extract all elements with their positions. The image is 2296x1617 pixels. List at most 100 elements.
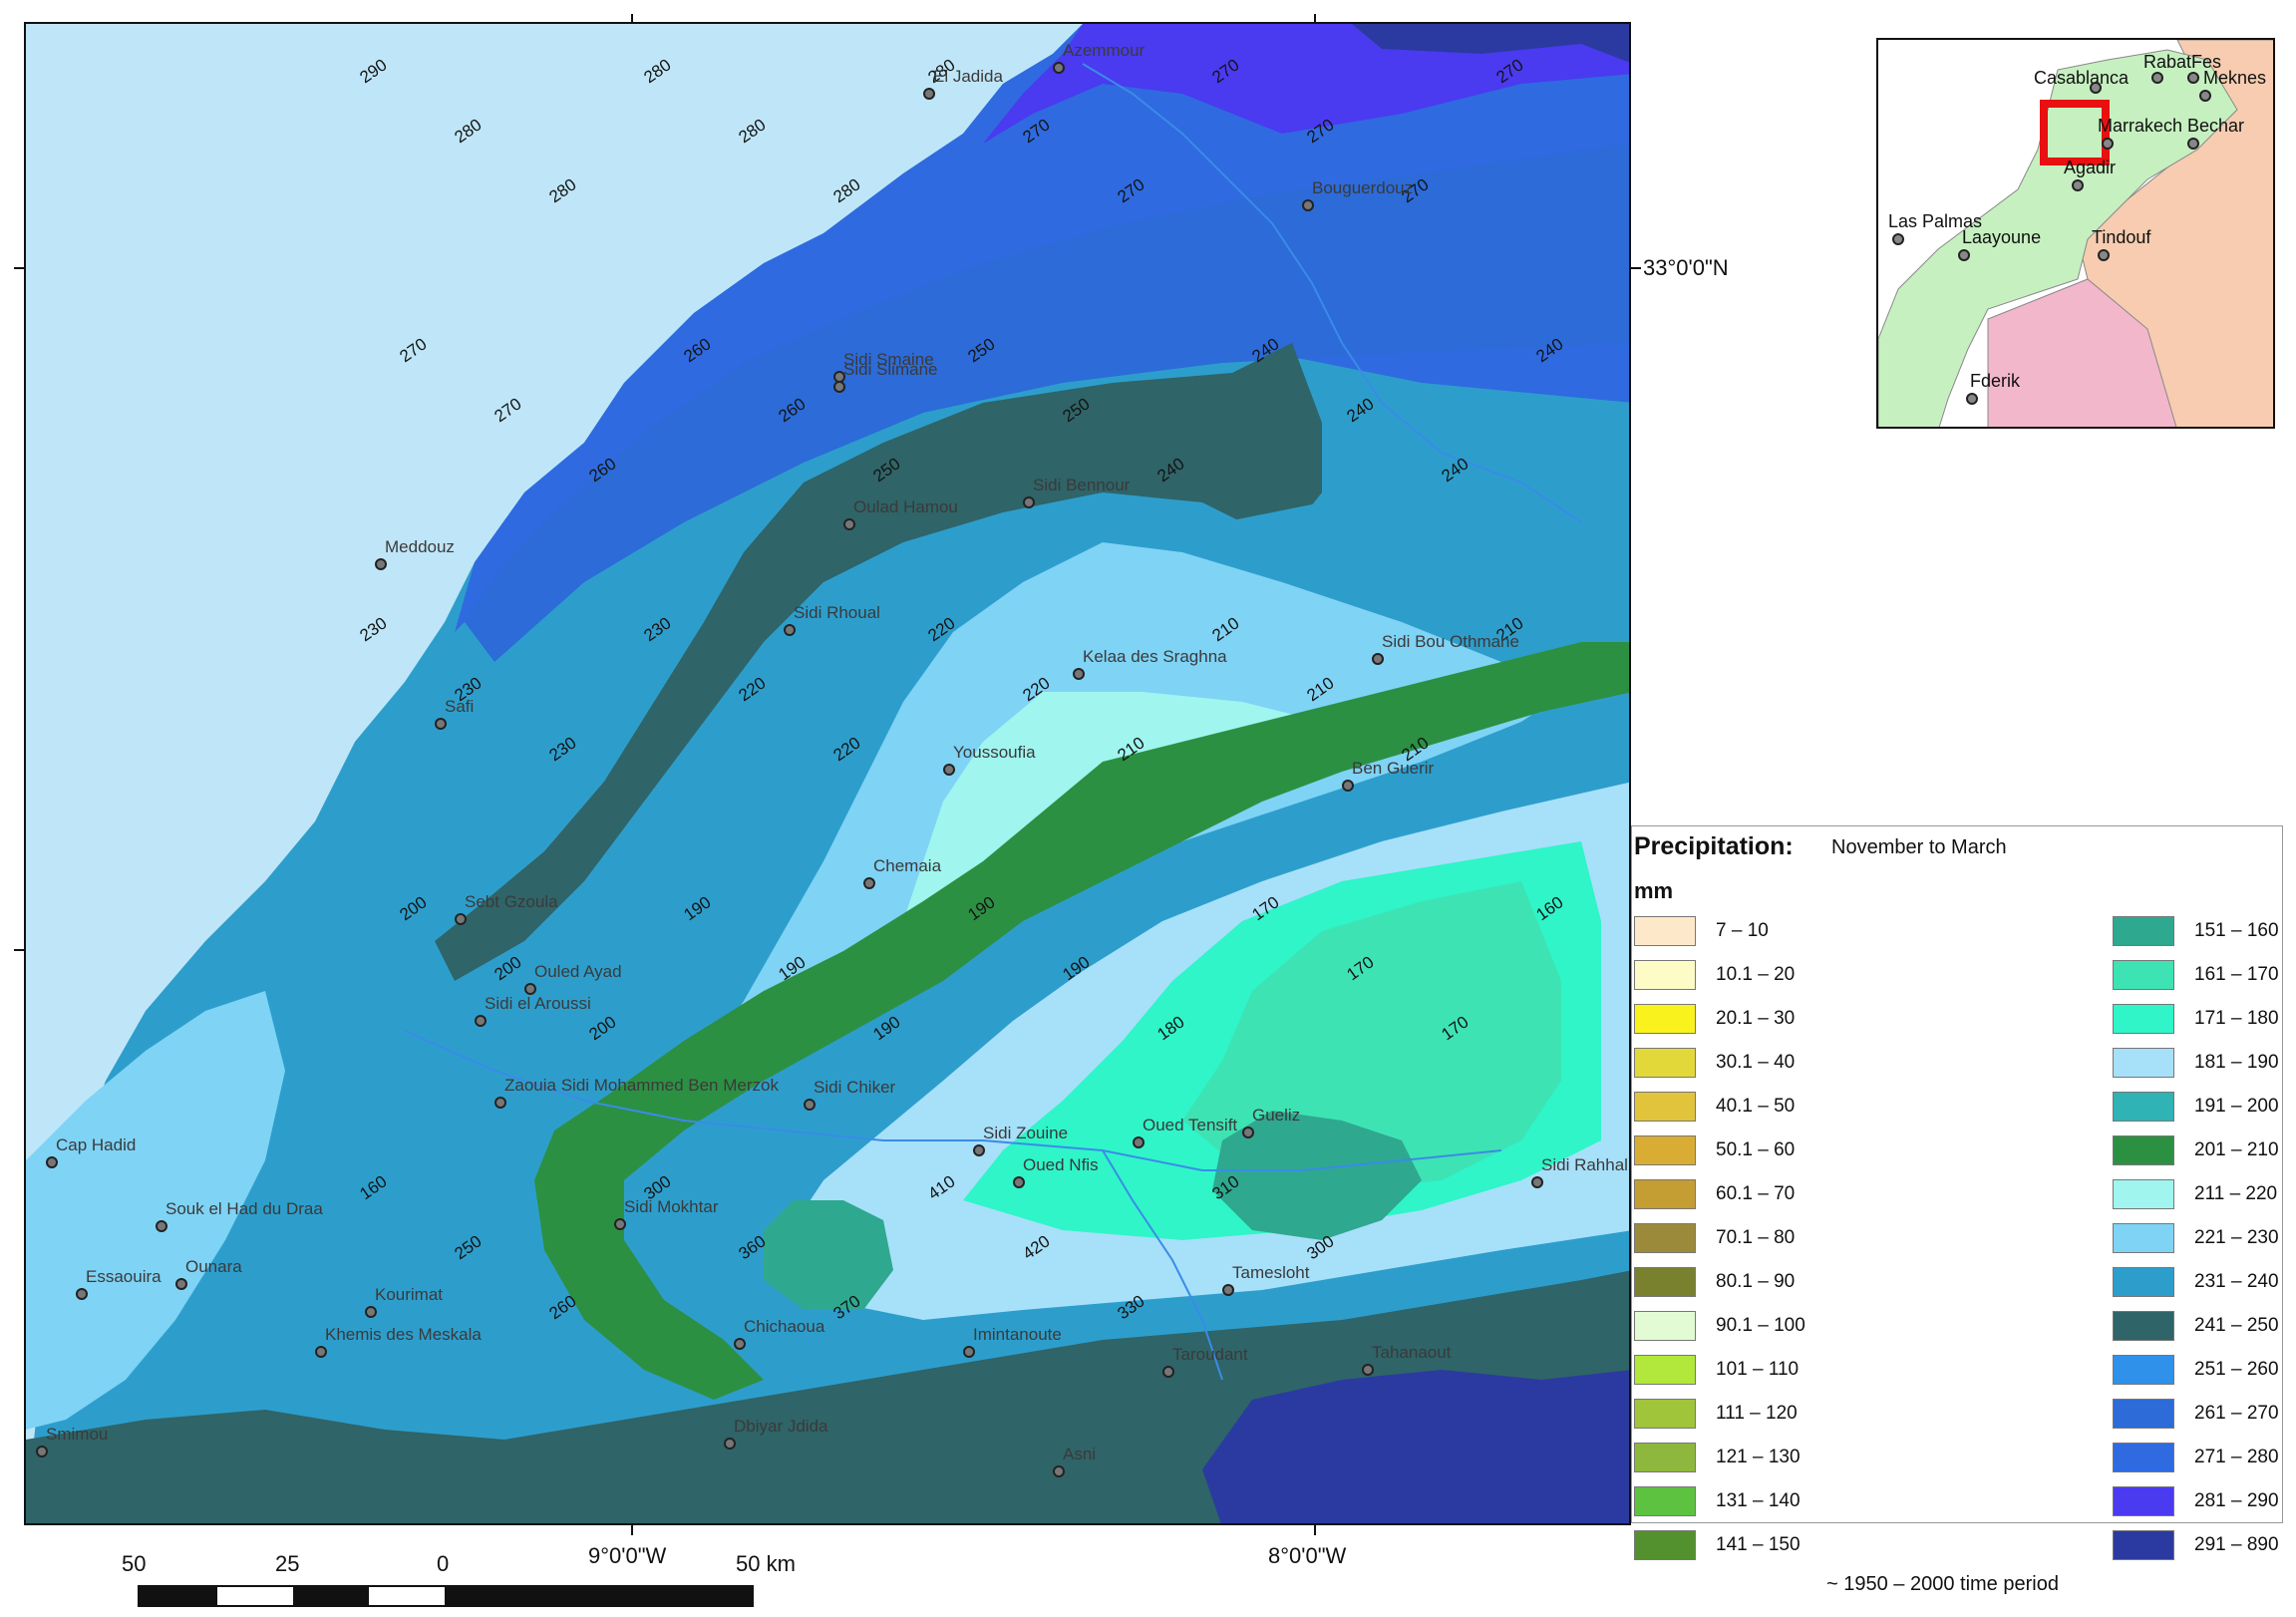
place-label: Zaouia Sidi Mohammed Ben Merzok — [504, 1076, 779, 1095]
place-marker — [1053, 1465, 1065, 1477]
legend-label: 161 – 170 — [2194, 964, 2279, 985]
graticule-tick-top-9w — [631, 14, 633, 24]
place-label: Youssoufia — [953, 743, 1036, 762]
legend-label: 7 – 10 — [1716, 920, 1769, 941]
place-label: Ben Guerir — [1352, 759, 1435, 778]
place-label: Kelaa des Sraghna — [1083, 647, 1227, 666]
time-period-note: ~ 1950 – 2000 time period — [1826, 1573, 2059, 1595]
place-marker — [734, 1338, 746, 1350]
place-label: Safi — [445, 697, 474, 716]
legend-title: Precipitation: — [1634, 832, 1794, 860]
legend-swatch — [2113, 1223, 2174, 1253]
place-marker — [724, 1438, 736, 1450]
legend-item: 60.1 – 70 — [1634, 1179, 1833, 1209]
legend-swatch — [2113, 1004, 2174, 1034]
legend-label: 151 – 160 — [2194, 920, 2279, 941]
legend-label: 271 – 280 — [2194, 1447, 2279, 1467]
place-marker — [1362, 1364, 1374, 1376]
place-marker — [1162, 1366, 1174, 1378]
legend-swatch — [2113, 1267, 2174, 1297]
legend-label: 191 – 200 — [2194, 1096, 2279, 1117]
contour-label: 280 — [735, 115, 769, 147]
place-label: Sidi el Aroussi — [485, 994, 591, 1013]
graticule-tick-bottom-8w — [1314, 1525, 1316, 1535]
place-label: Kourimat — [375, 1285, 443, 1304]
legend-label: 181 – 190 — [2194, 1052, 2279, 1073]
contour-label: 270 — [396, 334, 430, 366]
legend-label: 10.1 – 20 — [1716, 964, 1796, 985]
legend-item: 251 – 260 — [2113, 1355, 2296, 1385]
legend-swatch — [1634, 1048, 1696, 1078]
legend-item: 80.1 – 90 — [1634, 1267, 1833, 1297]
legend-item: 30.1 – 40 — [1634, 1048, 1833, 1078]
place-label: Sidi Rhoual — [794, 603, 880, 622]
inset-city-label: Tindouf — [2092, 227, 2151, 247]
legend-item: 10.1 – 20 — [1634, 960, 1833, 990]
place-label: Chemaia — [873, 856, 942, 875]
legend-label: 60.1 – 70 — [1716, 1183, 1796, 1204]
contour-label: 280 — [640, 55, 674, 87]
place-label: Ouled Ayad — [534, 962, 622, 981]
legend-label: 101 – 110 — [1716, 1359, 1800, 1380]
legend-item: 121 – 130 — [1634, 1443, 1833, 1472]
scale-bar — [138, 1585, 754, 1607]
legend-label: 20.1 – 30 — [1716, 1008, 1796, 1029]
legend-item: 201 – 210 — [2113, 1135, 2296, 1165]
inset-city-label: Laayoune — [1962, 227, 2041, 247]
place-label: Taroudant — [1172, 1345, 1248, 1364]
legend-swatch — [2113, 1135, 2174, 1165]
inset-city-label: Meknes — [2203, 68, 2266, 88]
place-label: Meddouz — [385, 537, 455, 556]
place-label: Azemmour — [1063, 41, 1146, 60]
place-label: Smimou — [46, 1425, 108, 1444]
place-label: Sidi Zouine — [983, 1124, 1068, 1142]
legend-item: 231 – 240 — [2113, 1267, 2296, 1297]
legend-item: 261 – 270 — [2113, 1399, 2296, 1429]
place-marker — [1073, 668, 1085, 680]
place-marker — [784, 624, 796, 636]
place-label: Asni — [1063, 1445, 1096, 1463]
legend-item: 101 – 110 — [1634, 1355, 1833, 1385]
legend-swatch — [1634, 1530, 1696, 1560]
legend-swatch — [2113, 1179, 2174, 1209]
legend-label: 131 – 140 — [1716, 1490, 1801, 1511]
place-marker — [1222, 1284, 1234, 1296]
place-marker — [524, 983, 536, 995]
place-marker — [1053, 62, 1065, 74]
inset-city-label: Bechar — [2187, 116, 2244, 136]
legend-swatch — [1634, 1443, 1696, 1472]
place-label: Chichaoua — [744, 1317, 825, 1336]
legend-item: 171 – 180 — [2113, 1004, 2296, 1034]
legend-label: 40.1 – 50 — [1716, 1096, 1796, 1117]
place-label: Imintanoute — [973, 1325, 1062, 1344]
graticule-tick-right-33n — [1631, 267, 1641, 269]
place-marker — [923, 88, 935, 100]
zone-151-160-west — [764, 1200, 893, 1310]
contour-label: 280 — [545, 174, 579, 206]
place-label: El Jadida — [933, 67, 1003, 86]
place-marker — [1242, 1127, 1254, 1138]
legend-item: 7 – 10 — [1634, 916, 1833, 946]
graticule-label-9w: 9°0'0"W — [588, 1543, 667, 1568]
legend-swatch — [1634, 1267, 1696, 1297]
place-label: Bouguerdouz — [1312, 178, 1413, 197]
inset-city-marker — [2187, 72, 2199, 84]
place-marker — [973, 1144, 985, 1156]
legend-swatch — [2113, 1399, 2174, 1429]
legend-swatch — [2113, 960, 2174, 990]
place-label: Oued Tensift — [1143, 1116, 1237, 1134]
legend-label: 261 – 270 — [2194, 1403, 2279, 1424]
legend-item: 151 – 160 — [2113, 916, 2296, 946]
contour-label: 280 — [451, 115, 485, 147]
locator-inset-map: Casablanca Rabat Fes Meknes Marrakech Bechar A… — [1876, 38, 2275, 429]
inset-city-marker — [1966, 393, 1978, 405]
place-marker — [365, 1306, 377, 1318]
place-marker — [175, 1278, 187, 1290]
place-marker — [1013, 1176, 1025, 1188]
place-marker — [1302, 199, 1314, 211]
legend-item: 141 – 150 — [1634, 1530, 1833, 1560]
place-marker — [455, 913, 467, 925]
place-label: Oulad Hamou — [853, 497, 958, 516]
inset-city-marker — [2098, 249, 2110, 261]
graticule-label-33n: 33°0'0"N — [1643, 255, 1729, 280]
